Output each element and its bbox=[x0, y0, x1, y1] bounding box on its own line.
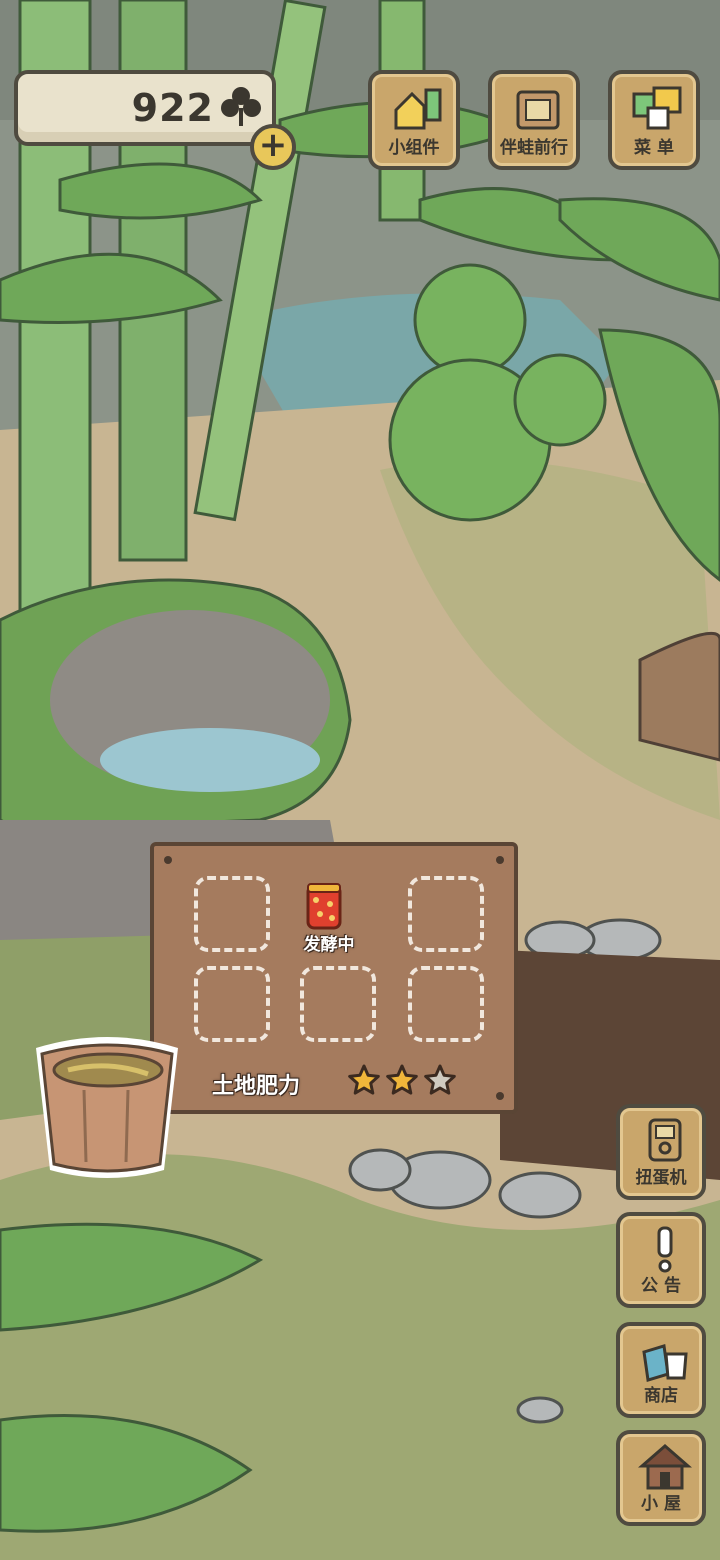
fermenting-status: 发酵中 bbox=[303, 935, 355, 955]
shop-label: 商店 bbox=[644, 1386, 678, 1406]
widgets-label: 小组件 bbox=[388, 138, 440, 158]
notice-label: 公 告 bbox=[641, 1276, 681, 1296]
clover-icon bbox=[221, 87, 261, 126]
travel-with-frog-label: 伴蛙前行 bbox=[500, 138, 568, 158]
planting-slot-1[interactable] bbox=[194, 876, 270, 952]
gacha-label: 扭蛋机 bbox=[635, 1168, 687, 1188]
soil-fertility-label: 土地肥力 bbox=[212, 1074, 301, 1099]
game-scene: 922 + 小组件 伴蛙前行 菜 单 发酵中 土地肥力 扭蛋机 公 告 商店 小… bbox=[0, 0, 720, 1560]
star-filled-icon bbox=[348, 1064, 380, 1095]
menu-button[interactable]: 菜 单 bbox=[608, 70, 700, 170]
planting-board: 发酵中 土地肥力 bbox=[150, 842, 518, 1114]
fertilizer-bucket-icon[interactable] bbox=[28, 1030, 188, 1182]
shop-button[interactable]: 商店 bbox=[616, 1322, 706, 1418]
menu-label: 菜 单 bbox=[634, 138, 674, 158]
travel-with-frog-button[interactable]: 伴蛙前行 bbox=[488, 70, 580, 170]
fermenting-pot-icon[interactable] bbox=[306, 882, 342, 932]
clover-counter: 922 bbox=[14, 70, 276, 146]
nail bbox=[164, 856, 172, 864]
fertility-stars bbox=[348, 1064, 456, 1095]
gacha-machine-icon bbox=[648, 1118, 682, 1162]
menu-icon bbox=[632, 86, 682, 130]
add-clover-button[interactable]: + bbox=[250, 124, 296, 170]
star-filled-icon bbox=[386, 1064, 418, 1095]
house-button[interactable]: 小 屋 bbox=[616, 1430, 706, 1526]
planting-slot-6[interactable] bbox=[408, 966, 484, 1042]
nail bbox=[496, 1092, 504, 1100]
garden-background bbox=[0, 0, 720, 1560]
shop-bags-icon bbox=[642, 1344, 688, 1382]
house-label: 小 屋 bbox=[641, 1494, 681, 1514]
widget-icon bbox=[394, 88, 442, 130]
exclamation-icon bbox=[657, 1226, 673, 1273]
clover-count: 922 bbox=[131, 86, 214, 130]
house-icon bbox=[638, 1444, 692, 1490]
notice-button[interactable]: 公 告 bbox=[616, 1212, 706, 1308]
planting-slot-5[interactable] bbox=[300, 966, 376, 1042]
star-empty-icon bbox=[424, 1064, 456, 1095]
gacha-button[interactable]: 扭蛋机 bbox=[616, 1104, 706, 1200]
planting-slot-4[interactable] bbox=[194, 966, 270, 1042]
widgets-button[interactable]: 小组件 bbox=[368, 70, 460, 170]
planting-slot-3[interactable] bbox=[408, 876, 484, 952]
nail bbox=[496, 856, 504, 864]
album-icon bbox=[516, 90, 560, 130]
